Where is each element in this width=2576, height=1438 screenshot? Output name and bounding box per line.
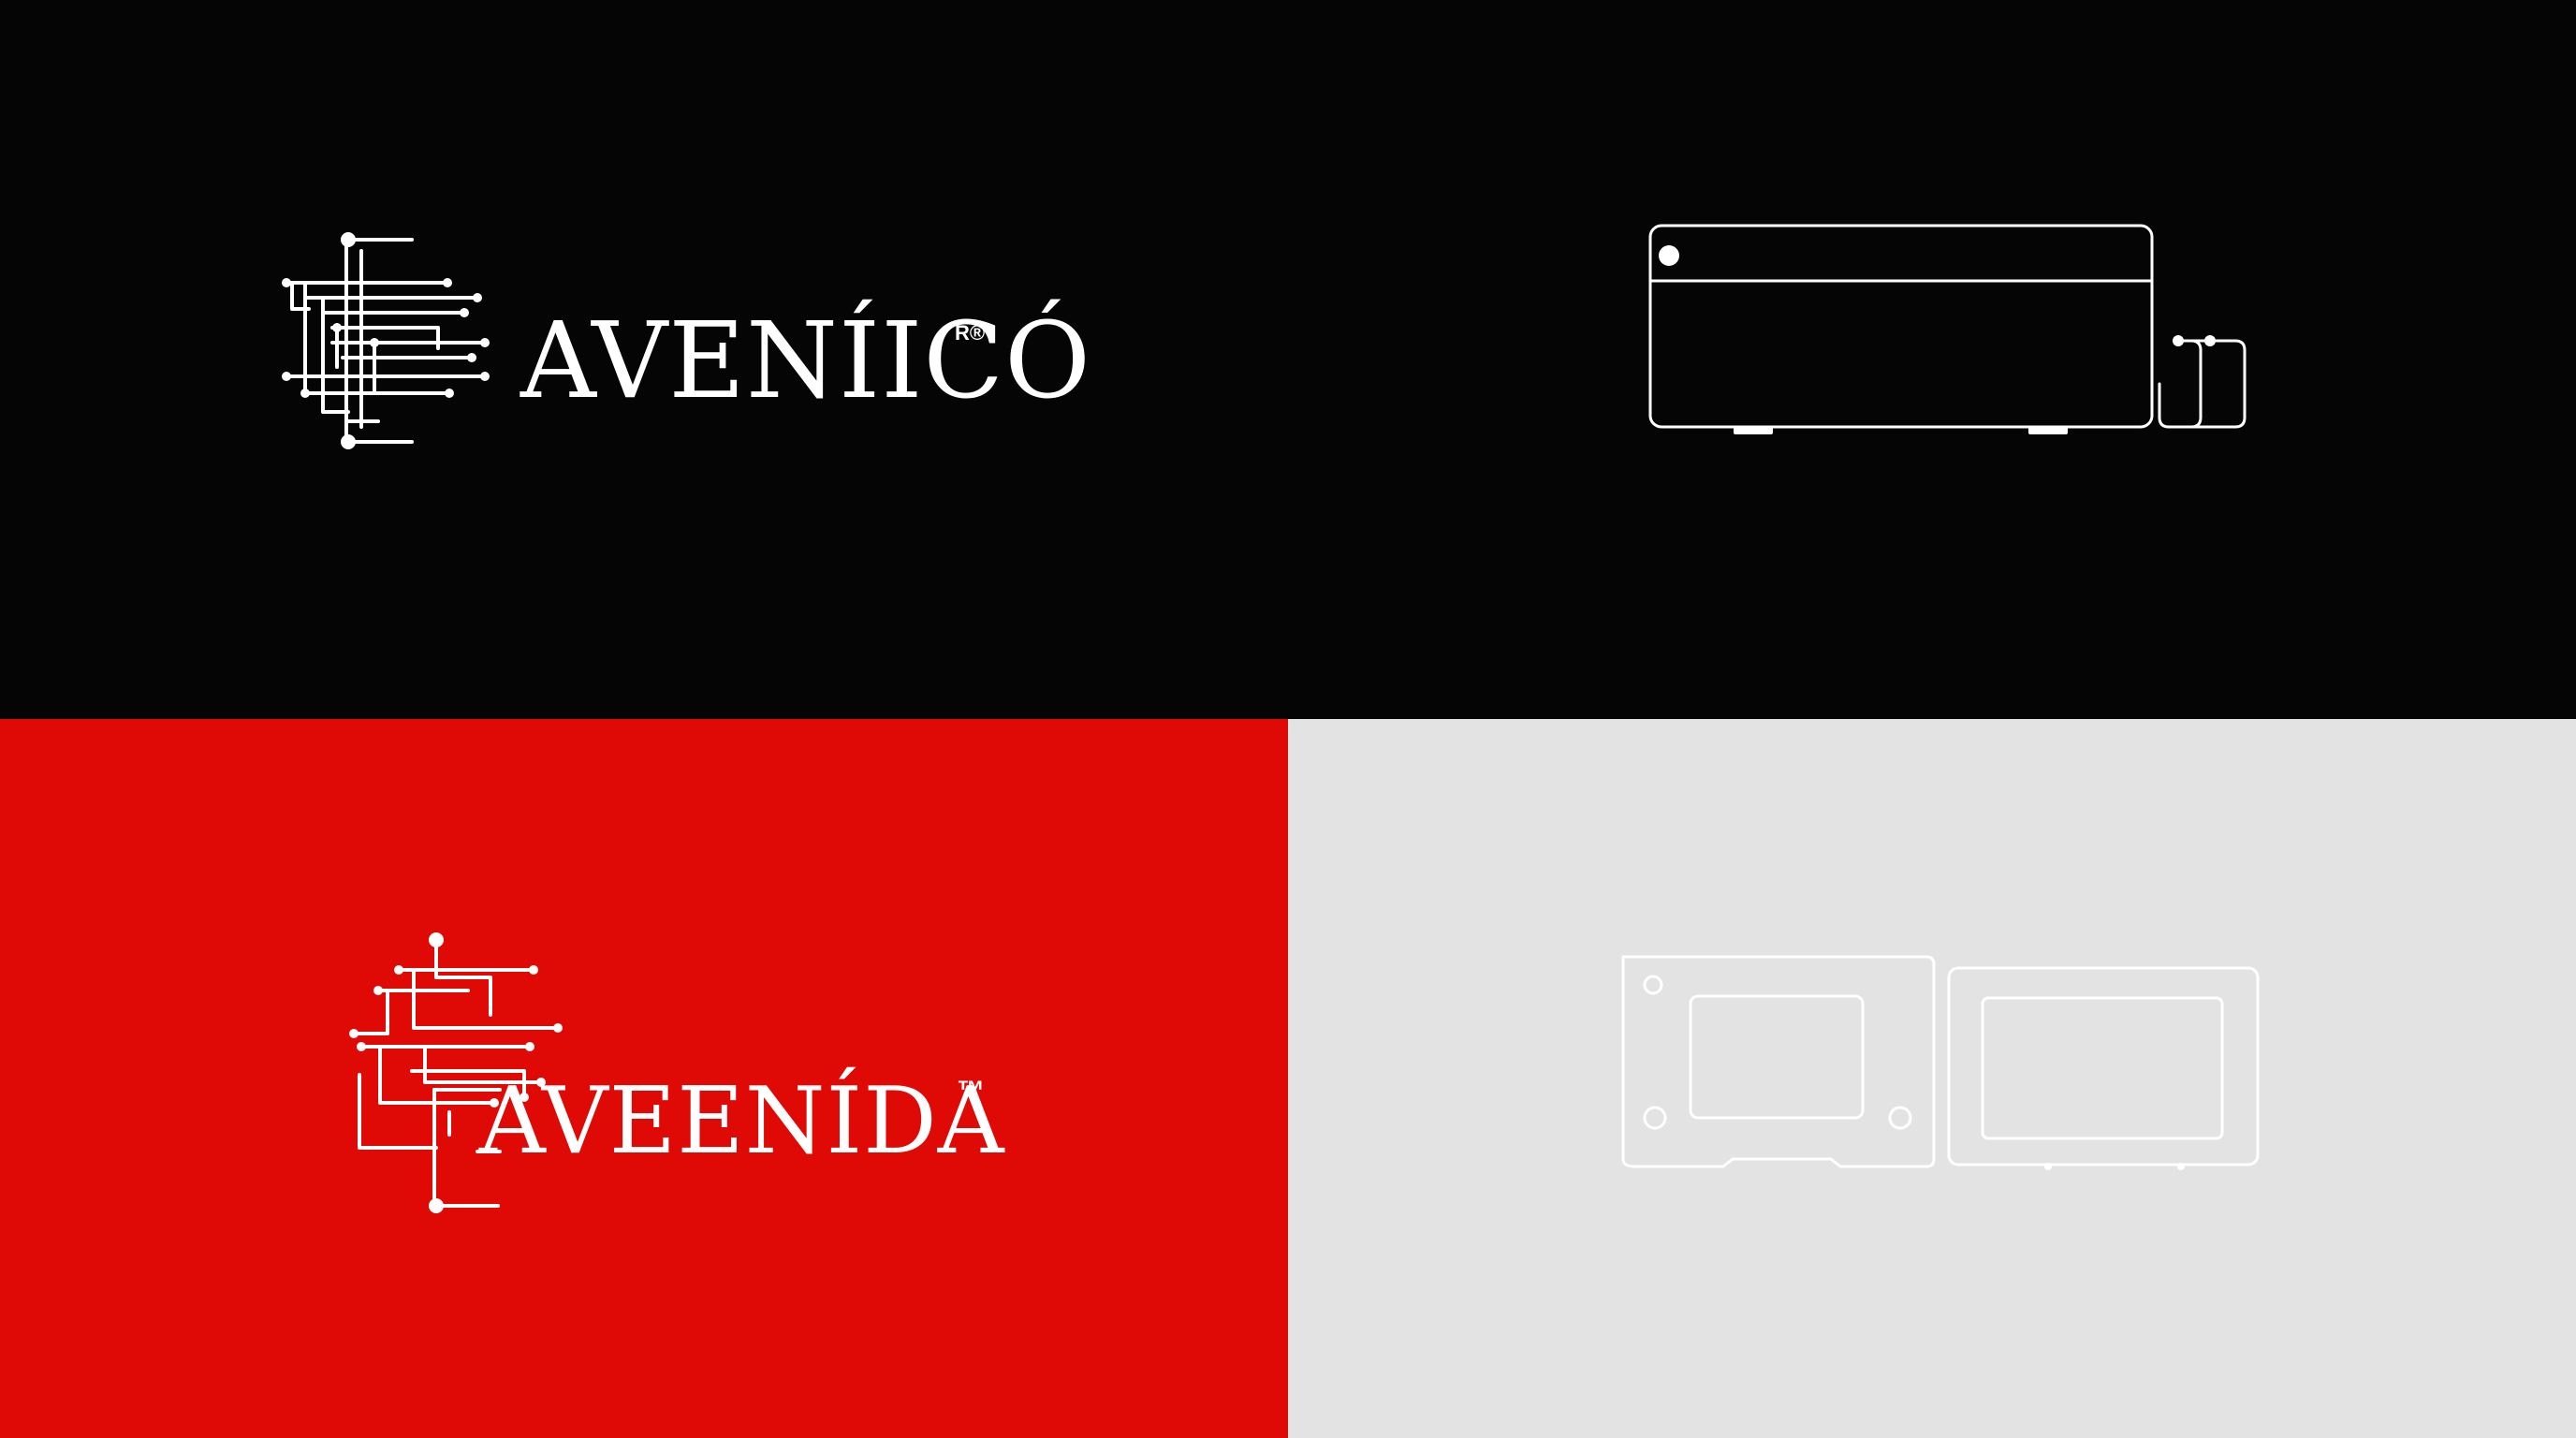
brand-wordmark-aveenida: AVEENÍDA: [479, 1068, 1005, 1175]
dual-panel-outline-icon: [1621, 955, 2260, 1170]
registered-mark: R®: [955, 321, 986, 345]
device-outline-icon: [1648, 224, 2247, 434]
panel-red-logo: AVEENÍDA ™: [0, 719, 1288, 1438]
panel-black-logo: AVENÍICÓ R®: [0, 0, 1288, 719]
brand-wordmark-avenico: AVENÍICÓ: [520, 301, 1091, 422]
trademark-mark: ™: [957, 1076, 985, 1107]
panel-gray-device: [1288, 719, 2576, 1438]
logo-grid: AVENÍICÓ R® AVEENÍDA ™: [0, 0, 2576, 1438]
panel-black-device: [1288, 0, 2576, 719]
